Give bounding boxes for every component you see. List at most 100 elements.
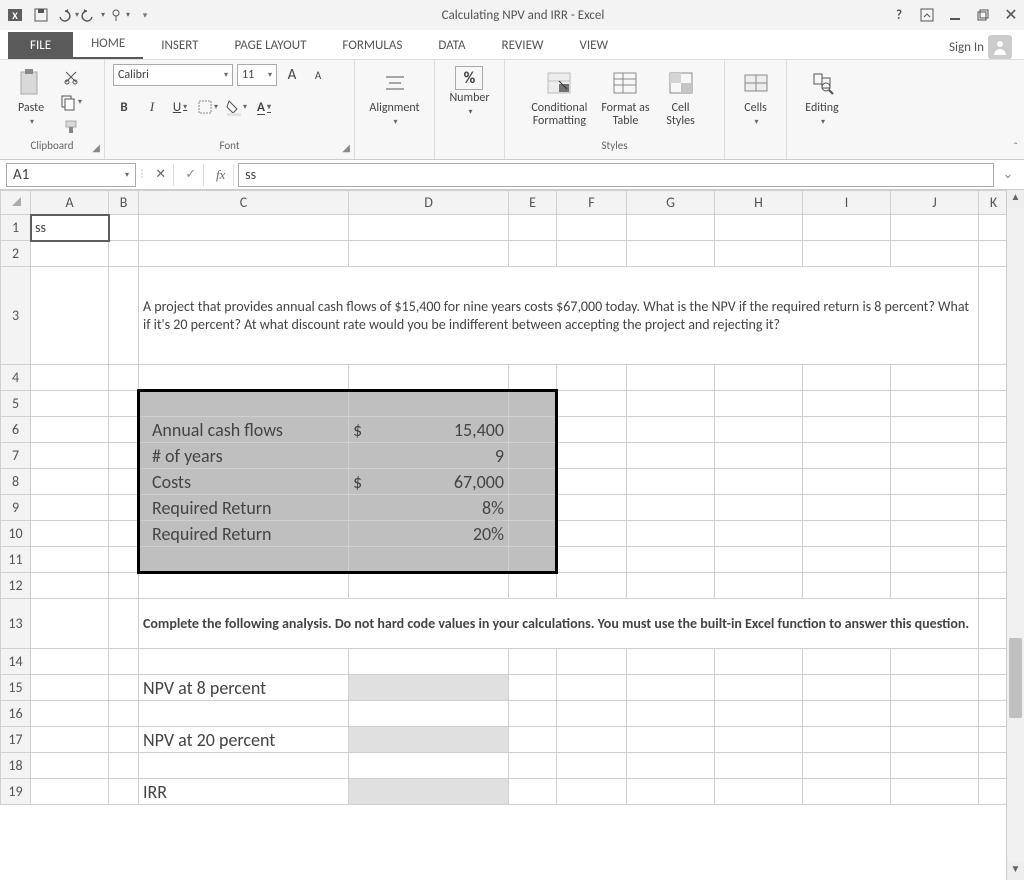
col-header-C[interactable]: C bbox=[139, 191, 349, 215]
ribbon-display-options-icon[interactable] bbox=[918, 6, 936, 24]
fx-icon[interactable]: fx bbox=[208, 164, 234, 186]
col-header-A[interactable]: A bbox=[31, 191, 109, 215]
worksheet[interactable]: A B C D E F G H I J K 1 ss 2 3 A project… bbox=[0, 190, 1024, 880]
tab-page-layout[interactable]: PAGE LAYOUT bbox=[217, 32, 325, 59]
row-header-8[interactable]: 8 bbox=[1, 469, 31, 495]
cell-D5[interactable] bbox=[349, 391, 509, 417]
editing-button[interactable]: Editing ▾ bbox=[799, 64, 845, 129]
fill-color-icon[interactable]: ▾ bbox=[225, 96, 247, 118]
save-icon[interactable] bbox=[30, 4, 52, 26]
cell-styles-button[interactable]: Cell Styles bbox=[658, 64, 704, 130]
cell-G1[interactable] bbox=[627, 215, 715, 241]
cells-button[interactable]: Cells ▾ bbox=[733, 64, 779, 129]
scroll-up-icon[interactable]: ▲ bbox=[1007, 190, 1024, 208]
decrease-font-icon[interactable]: A bbox=[307, 64, 329, 86]
col-header-H[interactable]: H bbox=[715, 191, 803, 215]
scroll-track[interactable] bbox=[1007, 208, 1024, 862]
qat-more-icon[interactable]: ▾ bbox=[134, 4, 156, 26]
name-box-dropdown-icon[interactable]: ▾ bbox=[125, 170, 129, 180]
cell-K1[interactable] bbox=[979, 215, 1009, 241]
row-header-19[interactable]: 19 bbox=[1, 779, 31, 805]
col-header-B[interactable]: B bbox=[109, 191, 139, 215]
row-header-7[interactable]: 7 bbox=[1, 443, 31, 469]
tab-formulas[interactable]: FORMULAS bbox=[324, 32, 420, 59]
cell-D10[interactable]: 20% bbox=[349, 521, 509, 547]
touch-mouse-icon[interactable]: ▾ bbox=[108, 4, 130, 26]
formula-input[interactable]: ss bbox=[238, 163, 994, 187]
close-icon[interactable]: ✕ bbox=[1002, 6, 1020, 24]
format-as-table-button[interactable]: Format as Table bbox=[595, 64, 655, 130]
cell-C7[interactable]: # of years bbox=[139, 443, 349, 469]
bold-button[interactable]: B bbox=[113, 96, 135, 118]
col-header-E[interactable]: E bbox=[509, 191, 557, 215]
underline-button[interactable]: U▾ bbox=[169, 96, 191, 118]
row-header-14[interactable]: 14 bbox=[1, 649, 31, 675]
tab-view[interactable]: VIEW bbox=[562, 32, 627, 59]
expand-formula-bar-icon[interactable]: ⌄ bbox=[998, 167, 1018, 182]
col-header-J[interactable]: J bbox=[891, 191, 979, 215]
copy-icon[interactable]: ▾ bbox=[60, 91, 82, 113]
cell-D17[interactable] bbox=[349, 727, 509, 753]
conditional-formatting-button[interactable]: Conditional Formatting bbox=[525, 64, 593, 130]
tab-file[interactable]: FILE bbox=[8, 32, 73, 59]
row-header-11[interactable]: 11 bbox=[1, 547, 31, 573]
cell-C1[interactable] bbox=[139, 215, 349, 241]
cell-C13[interactable]: Complete the following analysis. Do not … bbox=[139, 599, 979, 649]
format-painter-icon[interactable] bbox=[60, 116, 82, 138]
font-size-select[interactable]: 11▾ bbox=[237, 64, 277, 86]
cell-B1[interactable] bbox=[109, 215, 139, 241]
cell-J1[interactable] bbox=[891, 215, 979, 241]
cell-E1[interactable] bbox=[509, 215, 557, 241]
cell-C8[interactable]: Costs bbox=[139, 469, 349, 495]
cancel-formula-icon[interactable]: ✕ bbox=[148, 164, 174, 186]
tab-review[interactable]: REVIEW bbox=[484, 32, 562, 59]
row-header-13[interactable]: 13 bbox=[1, 599, 31, 649]
cut-icon[interactable] bbox=[60, 66, 82, 88]
col-header-F[interactable]: F bbox=[557, 191, 627, 215]
cell-F1[interactable] bbox=[557, 215, 627, 241]
row-header-17[interactable]: 17 bbox=[1, 727, 31, 753]
row-header-10[interactable]: 10 bbox=[1, 521, 31, 547]
row-header-9[interactable]: 9 bbox=[1, 495, 31, 521]
col-header-K[interactable]: K bbox=[979, 191, 1009, 215]
row-header-2[interactable]: 2 bbox=[1, 241, 31, 267]
restore-icon[interactable] bbox=[974, 6, 992, 24]
italic-button[interactable]: I bbox=[141, 96, 163, 118]
cell-D9[interactable]: 8% bbox=[349, 495, 509, 521]
col-header-I[interactable]: I bbox=[803, 191, 891, 215]
tab-home[interactable]: HOME bbox=[73, 30, 143, 59]
number-button[interactable]: % Number ▾ bbox=[443, 64, 495, 119]
cell-C5[interactable] bbox=[139, 391, 349, 417]
row-header-15[interactable]: 15 bbox=[1, 675, 31, 701]
select-all-corner[interactable] bbox=[1, 191, 31, 215]
borders-icon[interactable]: ▾ bbox=[197, 96, 219, 118]
row-header-16[interactable]: 16 bbox=[1, 701, 31, 727]
grid[interactable]: A B C D E F G H I J K 1 ss 2 3 A project… bbox=[0, 190, 1009, 805]
enter-formula-icon[interactable]: ✓ bbox=[178, 164, 204, 186]
col-header-G[interactable]: G bbox=[627, 191, 715, 215]
cell-C17[interactable]: NPV at 20 percent bbox=[139, 727, 349, 753]
scroll-thumb[interactable] bbox=[1009, 638, 1022, 718]
paste-button[interactable]: Paste ▾ bbox=[8, 64, 54, 129]
cell-H1[interactable] bbox=[715, 215, 803, 241]
cell-D8[interactable]: $67,000 bbox=[349, 469, 509, 495]
cell-C15[interactable]: NPV at 8 percent bbox=[139, 675, 349, 701]
row-header-4[interactable]: 4 bbox=[1, 365, 31, 391]
font-launcher-icon[interactable]: ◢ bbox=[342, 141, 350, 154]
font-name-select[interactable]: Calibri▾ bbox=[113, 64, 233, 86]
undo-icon[interactable]: ▾ bbox=[56, 4, 78, 26]
cell-D7[interactable]: 9 bbox=[349, 443, 509, 469]
cell-D1[interactable] bbox=[349, 215, 509, 241]
cell-A2[interactable] bbox=[31, 241, 109, 267]
cell-D15[interactable] bbox=[349, 675, 509, 701]
row-header-12[interactable]: 12 bbox=[1, 573, 31, 599]
cell-C9[interactable]: Required Return bbox=[139, 495, 349, 521]
name-box[interactable]: A1 ▾ bbox=[6, 163, 136, 187]
row-header-5[interactable]: 5 bbox=[1, 391, 31, 417]
tab-data[interactable]: DATA bbox=[420, 32, 483, 59]
row-header-18[interactable]: 18 bbox=[1, 753, 31, 779]
cell-D19[interactable] bbox=[349, 779, 509, 805]
minimize-icon[interactable] bbox=[946, 6, 964, 24]
cell-C3[interactable]: A project that provides annual cash flow… bbox=[139, 267, 979, 365]
increase-font-icon[interactable]: A bbox=[281, 64, 303, 86]
